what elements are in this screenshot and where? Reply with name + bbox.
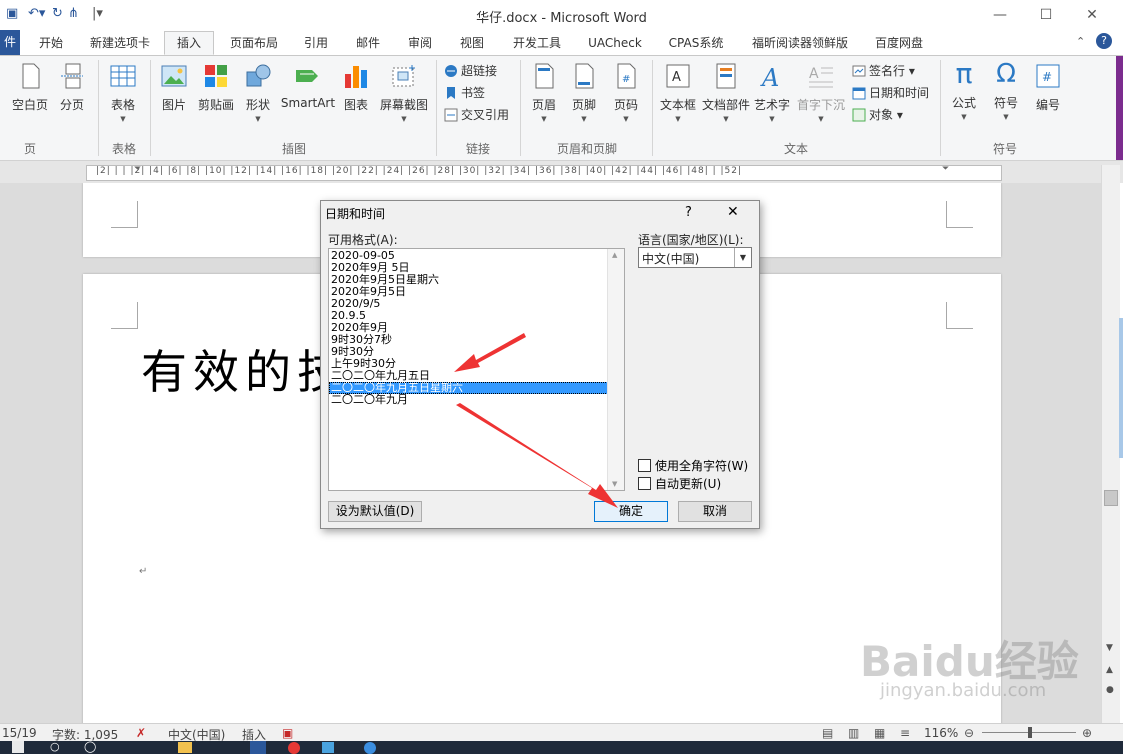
red-arrow-1 [454, 333, 526, 372]
red-arrow-2 [456, 403, 618, 508]
annotation-arrows [454, 333, 618, 508]
